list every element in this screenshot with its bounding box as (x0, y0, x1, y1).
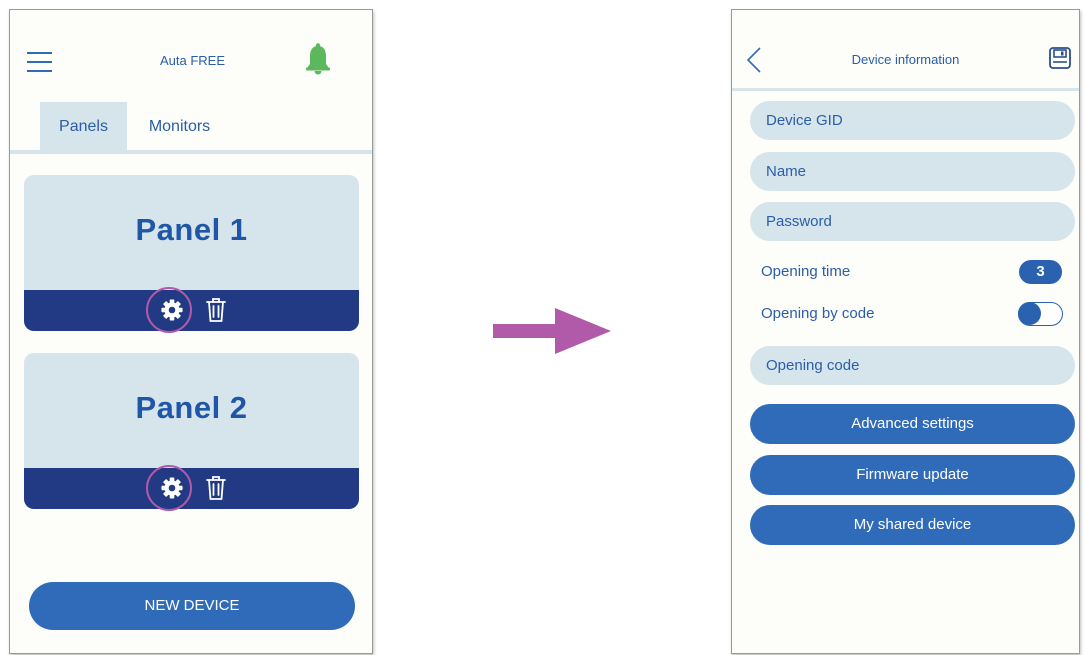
trash-icon[interactable] (205, 297, 227, 323)
arrow-right-icon (493, 306, 611, 359)
hamburger-icon[interactable] (27, 52, 52, 72)
header-divider (732, 88, 1079, 91)
toggle-knob (1018, 302, 1041, 325)
my-shared-device-button[interactable]: My shared device (750, 505, 1075, 545)
panel-title: Panel 1 (135, 212, 248, 247)
panel-title: Panel 2 (135, 390, 248, 425)
highlight-ring (146, 287, 192, 333)
name-field[interactable]: Name (750, 152, 1075, 191)
tab-panels[interactable]: Panels (40, 102, 127, 152)
app-title: Auta FREE (160, 53, 226, 68)
advanced-settings-button[interactable]: Advanced settings (750, 404, 1075, 444)
password-field[interactable]: Password (750, 202, 1075, 241)
opening-time-label: Opening time (761, 263, 851, 280)
phone-screen-panels: Auta FREE Panels Monitors Panel 1 Panel … (9, 9, 373, 654)
firmware-update-button[interactable]: Firmware update (750, 455, 1075, 495)
tabs-divider (10, 150, 372, 154)
trash-icon[interactable] (205, 475, 227, 501)
opening-code-field[interactable]: Opening code (750, 346, 1075, 385)
page-title: Device information (851, 52, 960, 67)
phone-screen-device-information: Device information Device GID Name Passw… (731, 9, 1080, 654)
save-icon[interactable] (1049, 47, 1071, 74)
opening-time-value[interactable]: 3 (1019, 260, 1062, 284)
bell-icon[interactable] (306, 43, 330, 80)
tab-monitors[interactable]: Monitors (132, 102, 227, 152)
opening-by-code-label: Opening by code (761, 305, 875, 322)
new-device-button[interactable]: NEW DEVICE (29, 582, 355, 630)
opening-by-code-toggle[interactable] (1018, 302, 1063, 326)
device-gid-field[interactable]: Device GID (750, 101, 1075, 140)
highlight-ring (146, 465, 192, 511)
